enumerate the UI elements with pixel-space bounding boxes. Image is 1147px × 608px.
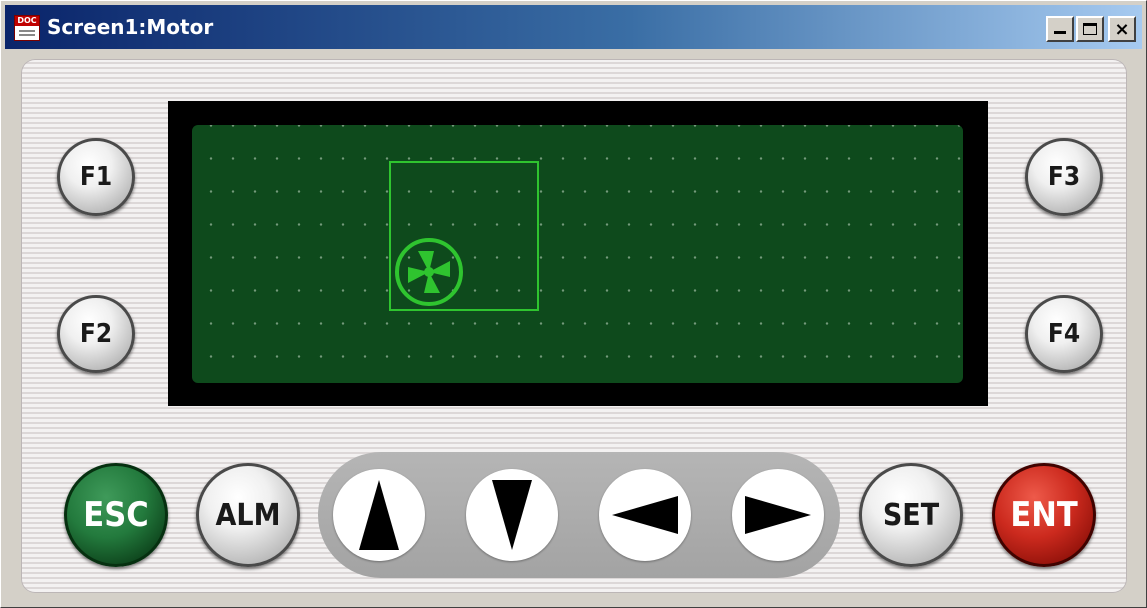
right-button[interactable]: [732, 469, 824, 561]
close-icon: ×: [1114, 18, 1130, 40]
f3-button[interactable]: F3: [1025, 138, 1103, 216]
close-button[interactable]: ×: [1108, 16, 1136, 42]
set-button[interactable]: SET: [859, 463, 963, 567]
document-icon[interactable]: DOC: [14, 15, 40, 41]
f2-button[interactable]: F2: [57, 295, 135, 373]
up-button[interactable]: [333, 469, 425, 561]
minimize-button[interactable]: [1046, 16, 1074, 42]
window-title: Screen1:Motor: [47, 15, 214, 39]
maximize-icon: [1083, 23, 1097, 35]
alm-button[interactable]: ALM: [196, 463, 300, 567]
down-arrow-icon: [492, 480, 532, 550]
left-button[interactable]: [599, 469, 691, 561]
maximize-button[interactable]: [1076, 16, 1104, 42]
fan-icon[interactable]: [394, 237, 464, 307]
f1-button[interactable]: F1: [57, 138, 135, 216]
esc-button[interactable]: ESC: [64, 463, 168, 567]
lcd-screen: [192, 125, 963, 383]
up-arrow-icon: [359, 480, 399, 550]
title-bar[interactable]: DOC Screen1:Motor ×: [5, 5, 1142, 49]
left-arrow-icon: [612, 496, 678, 534]
right-arrow-icon: [745, 496, 811, 534]
ent-button[interactable]: ENT: [992, 463, 1096, 567]
minimize-icon: [1054, 31, 1066, 34]
f4-button[interactable]: F4: [1025, 295, 1103, 373]
down-button[interactable]: [466, 469, 558, 561]
hmi-window: DOC Screen1:Motor × F1 F2 F3 F4 ESC ALM: [0, 0, 1147, 608]
